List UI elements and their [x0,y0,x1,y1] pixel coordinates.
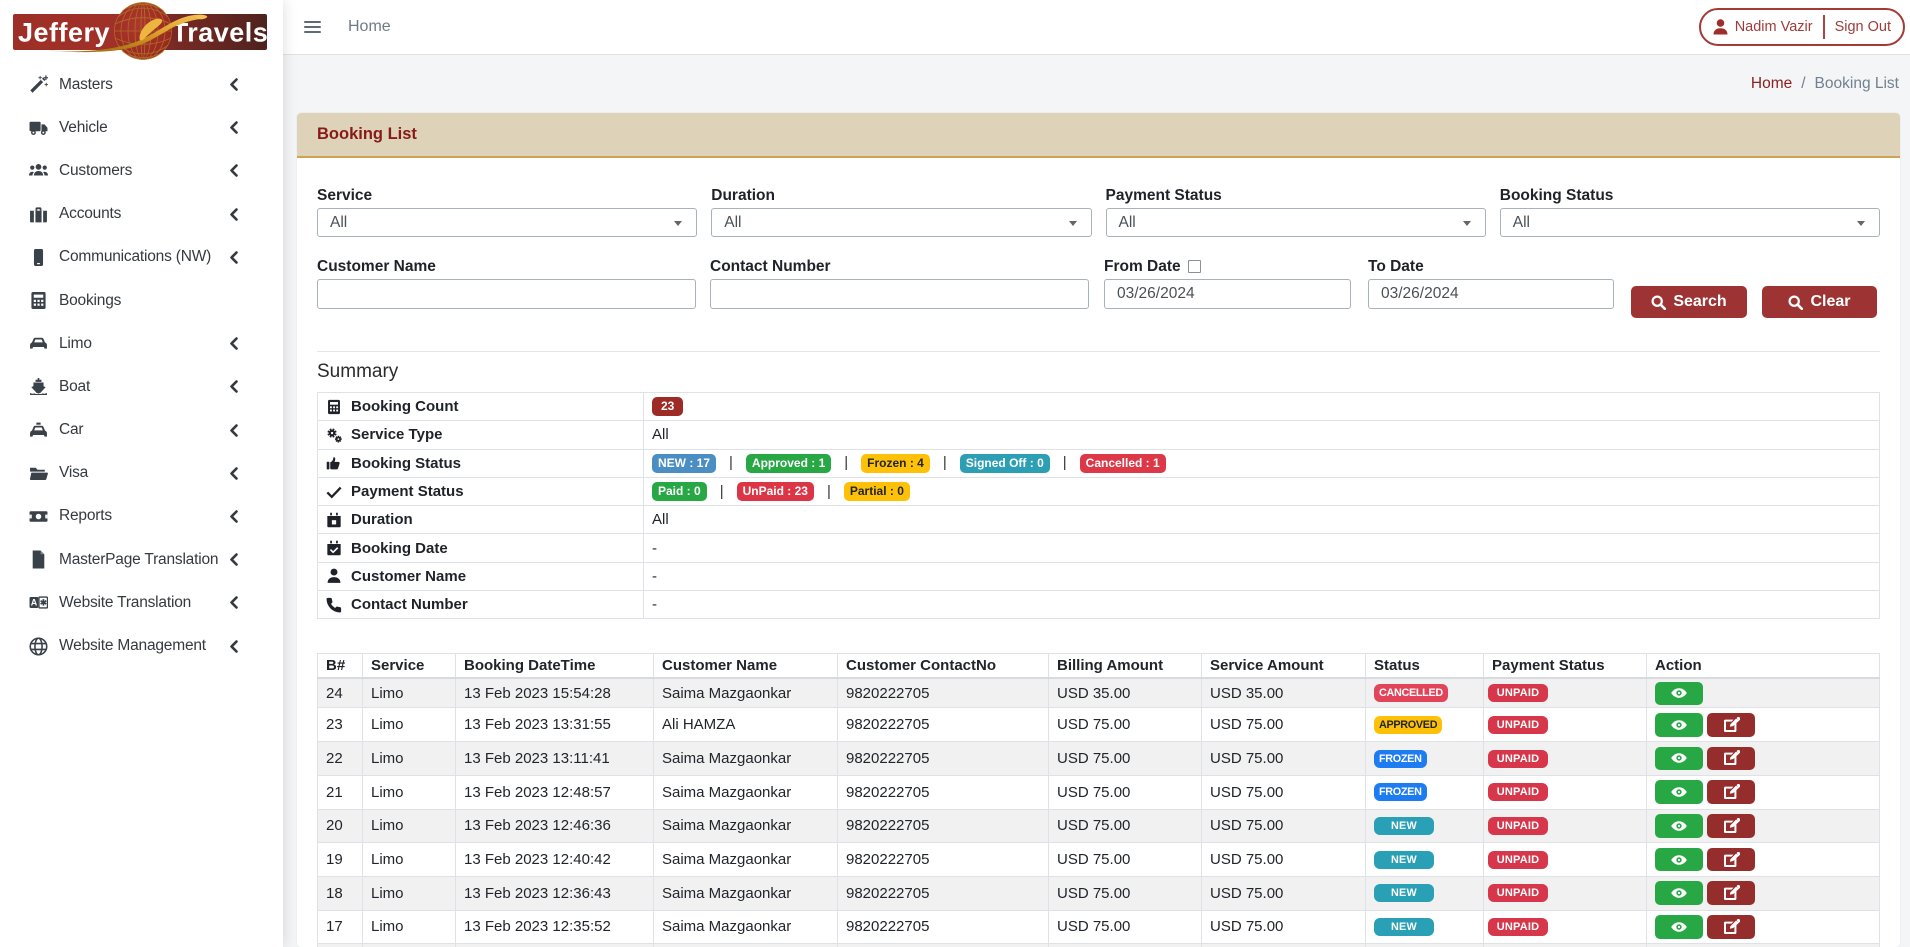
svg-text:A: A [31,598,38,608]
svg-text:Jeffery: Jeffery [18,18,110,48]
svg-text:✱: ✱ [40,598,47,608]
